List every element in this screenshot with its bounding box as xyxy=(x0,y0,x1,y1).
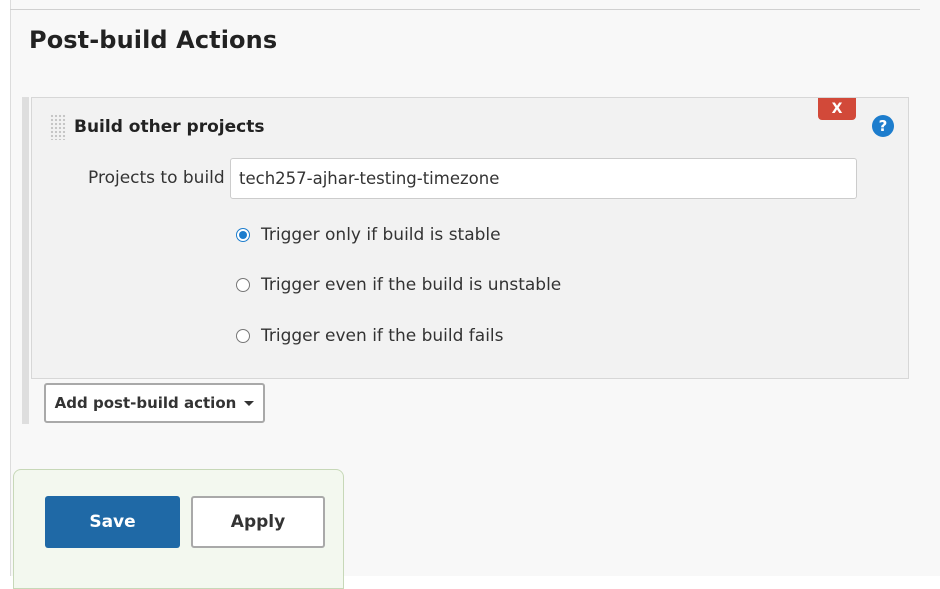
add-post-build-action-label: Add post-build action xyxy=(54,394,237,412)
radio-option-unstable[interactable]: Trigger even if the build is unstable xyxy=(236,275,561,295)
radio-option-fails[interactable]: Trigger even if the build fails xyxy=(236,326,504,346)
panel-title: Build other projects xyxy=(74,117,265,137)
add-post-build-action-button[interactable]: Add post-build action xyxy=(44,383,265,423)
radio-stable-label[interactable]: Trigger only if build is stable xyxy=(261,225,501,245)
projects-to-build-input[interactable] xyxy=(230,158,857,199)
radio-fails-label[interactable]: Trigger even if the build fails xyxy=(261,326,504,346)
delete-step-button[interactable]: X xyxy=(818,98,856,120)
build-other-projects-panel: Build other projects X ? Projects to bui… xyxy=(31,97,909,379)
radio-option-stable[interactable]: Trigger only if build is stable xyxy=(236,225,501,245)
apply-button[interactable]: Apply xyxy=(191,496,325,548)
top-divider xyxy=(10,9,920,10)
radio-fails[interactable] xyxy=(236,329,250,343)
section-left-rail xyxy=(22,97,29,424)
radio-unstable[interactable] xyxy=(236,278,250,292)
radio-stable[interactable] xyxy=(236,228,250,242)
save-button[interactable]: Save xyxy=(45,496,180,548)
caret-down-icon xyxy=(244,400,255,406)
radio-unstable-label[interactable]: Trigger even if the build is unstable xyxy=(261,275,561,295)
drag-handle-icon[interactable] xyxy=(50,114,66,140)
section-title: Post-build Actions xyxy=(29,26,278,54)
help-icon[interactable]: ? xyxy=(872,115,894,137)
projects-to-build-label: Projects to build xyxy=(88,168,225,188)
